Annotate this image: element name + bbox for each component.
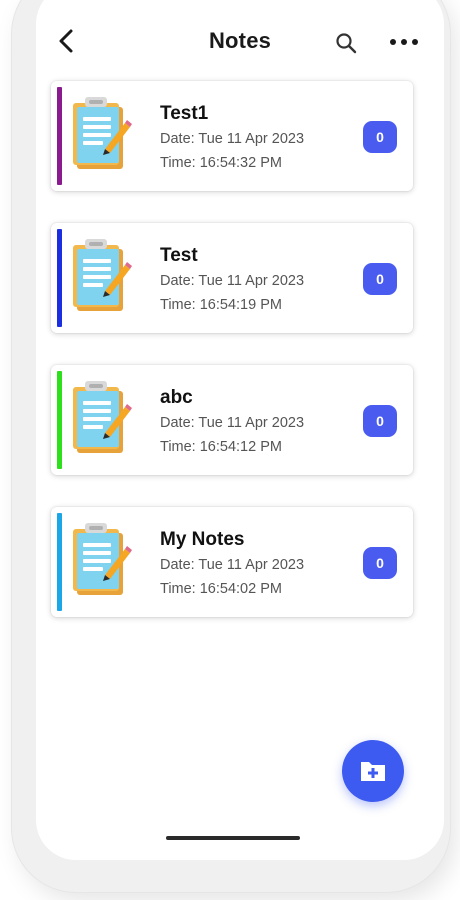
app-bar: Notes xyxy=(36,0,444,68)
note-card[interactable]: My Notes Date: Tue 11 Apr 2023 Time: 16:… xyxy=(51,507,413,617)
note-accent-bar xyxy=(57,87,62,185)
clipboard-icon xyxy=(73,523,132,595)
clipboard-icon xyxy=(73,239,132,311)
note-count-badge[interactable]: 0 xyxy=(363,263,397,295)
note-time: Time: 16:54:02 PM xyxy=(160,581,282,597)
note-time: Time: 16:54:19 PM xyxy=(160,297,282,313)
page-title: Notes xyxy=(208,28,272,53)
add-note-button[interactable] xyxy=(342,740,404,802)
clipboard-icon xyxy=(73,97,132,169)
phone-frame: Notes Test1 Date: Tue 11 Apr 2023 Time: … xyxy=(12,0,450,892)
note-time: Time: 16:54:12 PM xyxy=(160,439,282,455)
note-accent-bar xyxy=(57,513,62,611)
note-card[interactable]: abc Date: Tue 11 Apr 2023 Time: 16:54:12… xyxy=(51,365,413,475)
more-options-icon[interactable] xyxy=(388,35,420,49)
note-time: Time: 16:54:32 PM xyxy=(160,155,282,171)
clipboard-icon xyxy=(73,381,132,453)
add-folder-icon xyxy=(361,762,385,781)
note-date: Date: Tue 11 Apr 2023 xyxy=(160,415,305,431)
note-date: Date: Tue 11 Apr 2023 xyxy=(160,273,305,289)
note-accent-bar xyxy=(57,229,62,327)
home-indicator[interactable] xyxy=(166,836,300,840)
note-date: Date: Tue 11 Apr 2023 xyxy=(160,131,305,147)
note-date: Date: Tue 11 Apr 2023 xyxy=(160,557,305,573)
search-icon[interactable] xyxy=(334,31,358,55)
note-count-badge[interactable]: 0 xyxy=(363,547,397,579)
note-card[interactable]: Test1 Date: Tue 11 Apr 2023 Time: 16:54:… xyxy=(51,81,413,191)
note-count-badge[interactable]: 0 xyxy=(363,405,397,437)
note-title: Test xyxy=(160,245,198,266)
note-count-badge[interactable]: 0 xyxy=(363,121,397,153)
note-card[interactable]: Test Date: Tue 11 Apr 2023 Time: 16:54:1… xyxy=(51,223,413,333)
note-title: Test1 xyxy=(160,103,209,124)
note-title: abc xyxy=(160,387,193,408)
note-title: My Notes xyxy=(160,529,245,550)
app-screen: Notes Test1 Date: Tue 11 Apr 2023 Time: … xyxy=(36,0,444,860)
note-accent-bar xyxy=(57,371,62,469)
